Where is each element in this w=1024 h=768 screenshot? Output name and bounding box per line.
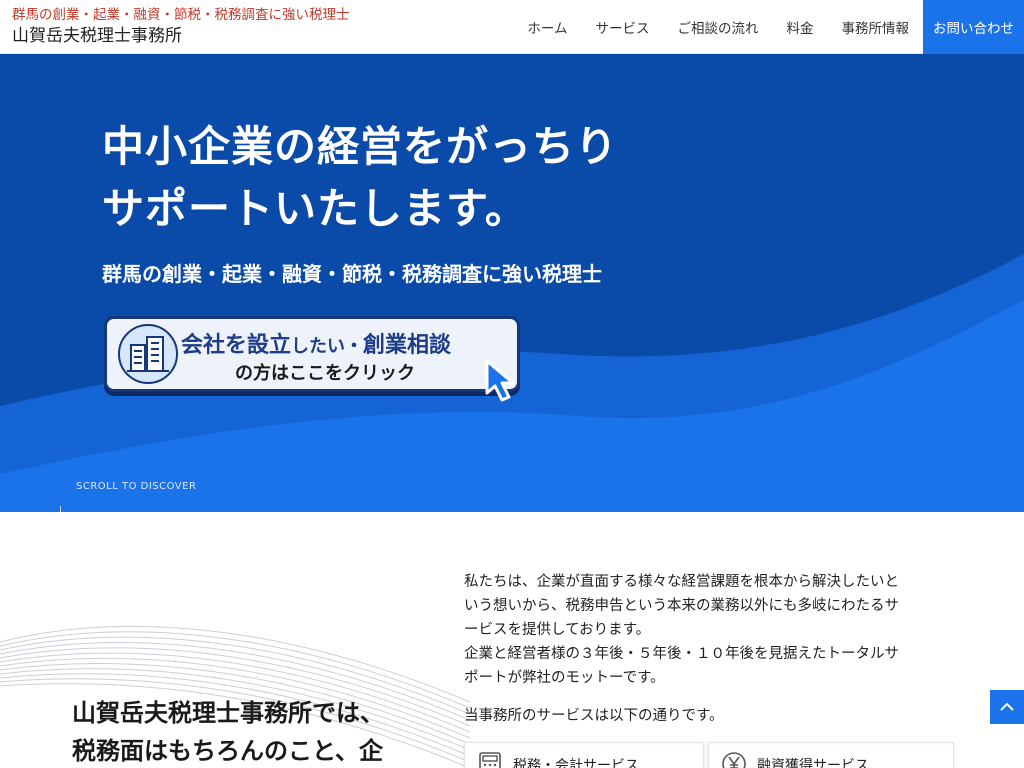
banner-subline: の方はここをクリック bbox=[235, 363, 415, 384]
nav-item-pricing[interactable]: 料金 bbox=[773, 0, 828, 54]
intro-heading-line-2: 税務面はもちろんのこと、企 bbox=[72, 737, 384, 765]
main-nav: ホーム サービス ご相談の流れ 料金 事務所情報 お問い合わせ bbox=[513, 0, 1024, 54]
chevron-up-icon bbox=[1000, 702, 1014, 711]
service-card-tax-accounting[interactable]: 税務・会計サービス bbox=[464, 742, 704, 768]
brand[interactable]: 群馬の創業・起業・融資・節税・税務調査に強い税理士 山賀岳夫税理士事務所 bbox=[12, 6, 350, 48]
nav-item-office-info[interactable]: 事務所情報 bbox=[828, 0, 924, 54]
banner-headline-part-1: 会社を設立 bbox=[181, 333, 292, 358]
intro-heading-line-1: 山賀岳夫税理士事務所では、 bbox=[72, 699, 384, 727]
scroll-hint: SCROLL TO DISCOVER bbox=[76, 481, 197, 492]
intro-heading: 山賀岳夫税理士事務所では、 税務面はもちろんのこと、企 bbox=[72, 694, 384, 768]
company-setup-banner[interactable]: 会社を設立したい・創業相談 の方はここをクリック bbox=[104, 316, 520, 402]
services-note: 当事務所のサービスは以下の通りです。 bbox=[464, 708, 724, 724]
intro-section: 山賀岳夫税理士事務所では、 税務面はもちろんのこと、企 私たちは、企業が直面する… bbox=[0, 512, 1024, 768]
building-icon bbox=[118, 324, 178, 384]
hero-subtitle: 群馬の創業・起業・融資・節税・税務調査に強い税理士 bbox=[102, 262, 602, 286]
nav-item-services[interactable]: サービス bbox=[582, 0, 664, 54]
site-header: 群馬の創業・起業・融資・節税・税務調査に強い税理士 山賀岳夫税理士事務所 ホーム… bbox=[0, 0, 1024, 54]
intro-paragraph-line: いう想いから、税務申告という本来の業務以外にも多岐にわたるサ bbox=[464, 598, 899, 614]
intro-paragraph-line: ービスを提供しております。 bbox=[464, 622, 651, 638]
site-tagline: 群馬の創業・起業・融資・節税・税務調査に強い税理士 bbox=[12, 7, 350, 23]
back-to-top-button[interactable] bbox=[990, 690, 1024, 724]
hero-title-line-2: サポートいたします。 bbox=[102, 184, 528, 233]
calculator-icon bbox=[479, 752, 501, 768]
site-name[interactable]: 山賀岳夫税理士事務所 bbox=[12, 24, 350, 48]
hero-section: 中小企業の経営をがっちり サポートいたします。 群馬の創業・起業・融資・節税・税… bbox=[0, 54, 1024, 512]
hero-title: 中小企業の経営をがっちり サポートいたします。 bbox=[102, 116, 618, 240]
pointer-cursor-icon bbox=[485, 359, 515, 402]
service-card-label: 融資獲得サービス bbox=[757, 758, 869, 768]
nav-item-contact[interactable]: お問い合わせ bbox=[923, 0, 1024, 54]
banner-headline-part-2: したい・ bbox=[291, 336, 364, 357]
service-card-label: 税務・会計サービス bbox=[513, 758, 639, 768]
intro-paragraph: 私たちは、企業が直面する様々な経営課題を根本から解決したいと いう想いから、税務… bbox=[464, 570, 954, 690]
intro-paragraph-line: 企業と経営者様の３年後・５年後・１０年後を見据えたトータルサ bbox=[464, 646, 899, 662]
hero-title-line-1: 中小企業の経営をがっちり bbox=[102, 122, 619, 171]
intro-paragraph-line: ポートが弊社のモットーです。 bbox=[464, 670, 665, 686]
service-card-financing[interactable]: 融資獲得サービス bbox=[708, 742, 954, 768]
nav-item-home[interactable]: ホーム bbox=[513, 0, 581, 54]
yen-icon bbox=[722, 752, 746, 768]
banner-headline: 会社を設立したい・創業相談 bbox=[181, 327, 451, 359]
intro-paragraph-line: 私たちは、企業が直面する様々な経営課題を根本から解決したいと bbox=[464, 574, 899, 590]
banner-headline-part-3: 創業相談 bbox=[363, 333, 452, 358]
nav-item-consultation-flow[interactable]: ご相談の流れ bbox=[664, 0, 773, 54]
